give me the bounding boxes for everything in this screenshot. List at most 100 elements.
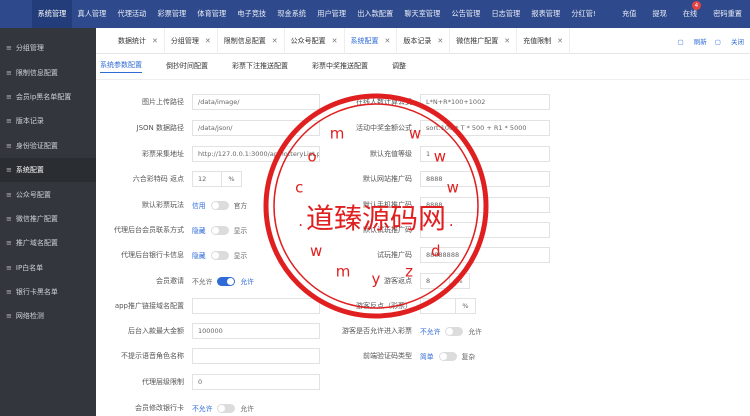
config-subtabs: 系统参数配置 倒抄时间配置 彩票下注推送配置 彩票中奖推送配置 调整: [96, 54, 750, 80]
sidebar-item-version[interactable]: ≡ 版本记录: [0, 109, 96, 133]
topnav-users[interactable]: 用户管理: [312, 0, 352, 28]
sidebar-item-ip-whitelist[interactable]: ≡ IP白名单: [0, 256, 96, 280]
topnav-agent-activity[interactable]: 代理活动: [112, 0, 152, 28]
online-link[interactable]: 4 在线: [683, 1, 701, 19]
sidebar-item-promo-domain[interactable]: ≡ 推广域名配置: [0, 231, 96, 255]
sidebar-item-limit-info[interactable]: ≡ 限制信息配置: [0, 60, 96, 84]
subtab-countdown[interactable]: 倒抄时间配置: [166, 61, 208, 73]
topnav-lottery[interactable]: 彩票管理: [152, 0, 192, 28]
sidebar-item-bankcard-blacklist[interactable]: ≡ 银行卡黑名单: [0, 280, 96, 304]
toggle[interactable]: [217, 403, 236, 413]
member-invite-switch[interactable]: 不允许 允许: [192, 276, 254, 286]
tab-label: 分组管理: [170, 36, 199, 45]
subtab-system-params[interactable]: 系统参数配置: [100, 60, 142, 73]
field-label: app推广链接域名配置: [114, 302, 184, 310]
menu-dot-icon: ≡: [6, 190, 12, 199]
close-icon[interactable]: ✕: [385, 37, 391, 45]
topnav-deposit-config[interactable]: 出入款配置: [352, 0, 399, 28]
switch-off-label: 简单: [420, 353, 434, 361]
subtab-win-push[interactable]: 彩票中奖推送配置: [312, 61, 368, 73]
sidebar-item-label: 限制信息配置: [15, 68, 58, 77]
prize-formula-input[interactable]: sort:100 * T * 500 + R1 * 5000: [420, 120, 550, 136]
switch-on-label: 显示: [233, 227, 248, 235]
toggle[interactable]: [210, 200, 229, 210]
topnav-dividend[interactable]: 分红管!: [566, 0, 602, 28]
guest-lottery-access-switch[interactable]: 不允许 允许: [420, 326, 482, 336]
form-row-member-bankcard: 会员修改银行卡 不允许 允许: [96, 400, 254, 416]
trial-promo-code-input[interactable]: 88888888: [420, 247, 550, 263]
subtab-adjust[interactable]: 调整: [392, 61, 406, 73]
default-play-switch[interactable]: 信用 官方: [192, 200, 247, 210]
close-icon[interactable]: ✕: [437, 37, 443, 45]
sidebar-item-group[interactable]: ≡ 分组管理: [0, 36, 96, 60]
topnav-announcement[interactable]: 公告管理: [446, 0, 486, 28]
switch-off-label: 不允许: [420, 328, 441, 336]
trial-promo-default-input[interactable]: [420, 222, 550, 238]
form-row-web-promo-code: 默认网站推广码 8888: [316, 171, 550, 187]
online-formula-input[interactable]: L*N+R*100+1002: [420, 94, 550, 110]
main-content: 系统参数配置 倒抄时间配置 彩票下注推送配置 彩票中奖推送配置 调整 图片上传路…: [96, 54, 750, 416]
toggle[interactable]: [210, 225, 229, 235]
topnav-logs[interactable]: 日志管理: [486, 0, 526, 28]
guest-lottery-rebate-input[interactable]: [420, 298, 456, 314]
guest-rebate-input[interactable]: 8: [420, 273, 450, 289]
password-reset-link[interactable]: 密码重置: [713, 9, 742, 19]
sidebar: ≡ 分组管理 ≡ 限制信息配置 ≡ 会员ip黑名单配置 ≡ 版本记录 ≡ 身份验证配置 ≡…: [0, 28, 96, 416]
topnav-esports[interactable]: 电子竞技: [232, 0, 272, 28]
recharge-link[interactable]: 充值: [622, 9, 636, 19]
json-path-input[interactable]: /data/json/: [192, 120, 320, 136]
captcha-type-switch[interactable]: 简单 复杂: [420, 351, 475, 361]
tab-recharge-limit[interactable]: 充值限制 ✕: [517, 27, 570, 54]
tab-system-config[interactable]: 系统配置 ✕: [345, 27, 398, 54]
close-icon[interactable]: ✕: [152, 37, 158, 45]
image-path-input[interactable]: /data/image/: [192, 94, 320, 110]
toggle[interactable]: [445, 326, 464, 336]
mobile-promo-code-input[interactable]: 8888: [420, 197, 550, 213]
agent-level-input[interactable]: 0: [192, 374, 320, 390]
sidebar-item-ip-blacklist[interactable]: ≡ 会员ip黑名单配置: [0, 85, 96, 109]
sidebar-item-system-config[interactable]: ≡ 系统配置: [0, 157, 96, 183]
topnav-system[interactable]: 系统管理: [32, 0, 72, 28]
sidebar-item-identity[interactable]: ≡ 身份验证配置: [0, 134, 96, 158]
topnav-cash[interactable]: 现金系统: [272, 0, 312, 28]
tab-version[interactable]: 版本记录 ✕: [397, 27, 451, 54]
lottery-url-input[interactable]: http://127.0.0.1:3000/api/lotteryList.ph…: [192, 146, 320, 162]
toggle[interactable]: [438, 351, 457, 361]
close-icon[interactable]: ✕: [557, 37, 563, 45]
sidebar-item-official-account[interactable]: ≡ 公众号配置: [0, 182, 96, 206]
agent-contact-switch[interactable]: 隐藏 显示: [192, 225, 247, 235]
max-deposit-input[interactable]: 100000: [192, 323, 320, 339]
sidebar-item-network-check[interactable]: ≡ 网络检测: [0, 304, 96, 328]
sidebar-item-label: 微信推广配置: [15, 214, 58, 223]
recharge-level-input[interactable]: 1: [420, 146, 550, 162]
close-icon[interactable]: ✕: [332, 37, 338, 45]
topnav-sports[interactable]: 体育管理: [192, 0, 232, 28]
voice-role-input[interactable]: [192, 348, 320, 364]
close-icon[interactable]: ✕: [272, 37, 278, 45]
tab-group[interactable]: 分组管理 ✕: [165, 27, 218, 54]
toggle[interactable]: [217, 276, 236, 286]
withdraw-link[interactable]: 提现: [652, 9, 666, 19]
tab-official-account[interactable]: 公众号配置 ✕: [285, 27, 345, 54]
tab-data-stats[interactable]: 数据统计 ✕: [96, 27, 165, 54]
topnav-chatroom[interactable]: 聊天室管理: [399, 0, 446, 28]
menu-dot-icon: ≡: [6, 239, 12, 248]
web-promo-code-input[interactable]: 8888: [420, 171, 550, 187]
tab-wechat-promo[interactable]: 微信推广配置 ✕: [450, 27, 518, 54]
app-domain-input[interactable]: [192, 298, 320, 314]
close-all-button[interactable]: ▢ 关闭: [715, 36, 744, 46]
sidebar-item-wechat-promo[interactable]: ≡ 微信推广配置: [0, 207, 96, 231]
refresh-button[interactable]: ▢ 刷新: [678, 36, 707, 46]
topnav-reports[interactable]: 报表管理: [526, 0, 566, 28]
tab-limit-info[interactable]: 限制信息配置 ✕: [218, 27, 285, 54]
close-icon[interactable]: ✕: [205, 37, 211, 45]
tab-label: 限制信息配置: [223, 36, 266, 45]
close-icon[interactable]: ✕: [504, 37, 510, 45]
mark-six-rebate-input[interactable]: 12: [192, 171, 222, 187]
topnav-live[interactable]: 真人管理: [72, 0, 112, 28]
toggle[interactable]: [210, 250, 229, 260]
subtab-bet-push[interactable]: 彩票下注推送配置: [232, 61, 288, 73]
agent-bankcard-switch[interactable]: 隐藏 显示: [192, 250, 247, 260]
member-bankcard-switch[interactable]: 不允许 允许: [192, 403, 254, 413]
form-row-member-invite: 会员邀请 不允许 允许: [96, 273, 254, 289]
